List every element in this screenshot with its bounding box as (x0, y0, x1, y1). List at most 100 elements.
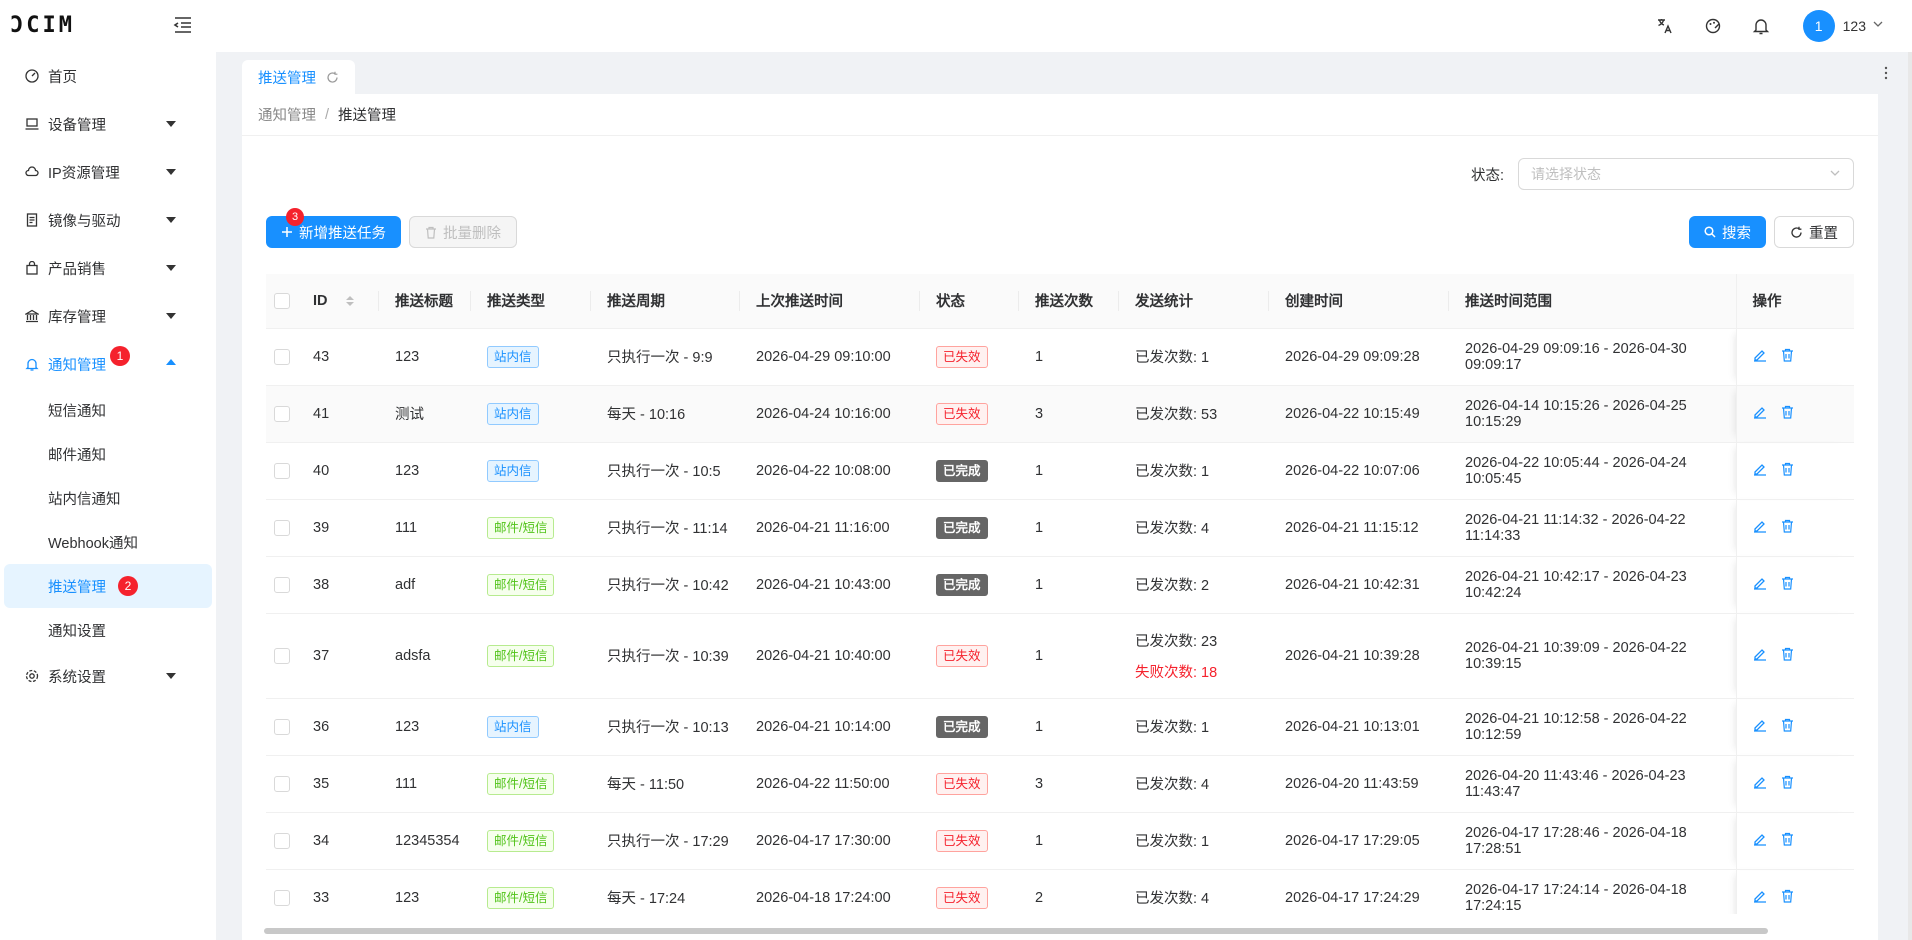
row-checkbox[interactable] (274, 462, 290, 479)
edit-icon[interactable] (1753, 405, 1767, 423)
horizontal-scrollbar[interactable] (264, 928, 1768, 934)
add-push-task-button[interactable]: 3 新增推送任务 (266, 208, 401, 248)
cell-last-push: 2026-04-17 17:30:00 (740, 812, 920, 870)
delete-icon[interactable] (1781, 519, 1794, 537)
app-logo[interactable]: ƆCIM (10, 13, 75, 38)
type-tag: 邮件/短信 (487, 644, 555, 667)
table-row[interactable]: 41 测试 站内信 每天 - 10:16 2026-04-24 10:16:00 已失效 3… (266, 385, 1854, 443)
tab-push-management[interactable]: 推送管理 (242, 60, 355, 94)
cell-cycle: 只执行一次 - 10:39 (591, 613, 740, 699)
edit-icon[interactable] (1753, 576, 1767, 594)
translate-icon[interactable] (1641, 0, 1689, 52)
table-row[interactable]: 36 123 站内信 只执行一次 - 10:13 2026-04-21 10:14:00… (266, 698, 1854, 756)
delete-icon[interactable] (1781, 405, 1794, 423)
table-row[interactable]: 38 adf 邮件/短信 只执行一次 - 10:42 2026-04-21 10:43:… (266, 556, 1854, 614)
cell-id: 40 (297, 442, 379, 500)
row-checkbox[interactable] (274, 889, 290, 906)
type-tag: 站内信 (487, 459, 539, 482)
sidebar-item-system-settings[interactable]: 系统设置 (0, 652, 216, 700)
sidebar-item-product-sales[interactable]: 产品销售 (0, 244, 216, 292)
row-checkbox[interactable] (274, 348, 290, 365)
edit-icon[interactable] (1753, 519, 1767, 537)
reload-icon (1790, 226, 1803, 239)
sidebar-item-ip-resources[interactable]: IP资源管理 (0, 148, 216, 196)
delete-icon[interactable] (1781, 889, 1794, 907)
bank-icon (24, 308, 40, 324)
column-header-id[interactable]: ID (297, 274, 379, 329)
type-tag: 邮件/短信 (487, 829, 555, 852)
more-vertical-icon[interactable] (1884, 66, 1888, 84)
status-badge: 已失效 (936, 345, 988, 368)
table-row[interactable]: 33 123 邮件/短信 每天 - 17:24 2026-04-18 17:24:00 已… (266, 869, 1854, 914)
select-all-checkbox[interactable] (274, 292, 290, 309)
notification-bell-icon[interactable] (1737, 0, 1785, 52)
sidebar-item-devices[interactable]: 设备管理 (0, 100, 216, 148)
sort-icon[interactable] (345, 295, 354, 306)
sent-count: 已发次数: 4 (1135, 777, 1210, 793)
cell-actions (1735, 698, 1854, 756)
cell-created: 2026-04-21 10:39:28 (1269, 613, 1449, 699)
edit-icon[interactable] (1753, 462, 1767, 480)
cell-cycle: 每天 - 11:50 (591, 755, 740, 813)
cell-type: 邮件/短信 (471, 812, 591, 870)
delete-icon[interactable] (1781, 348, 1794, 366)
delete-icon[interactable] (1781, 718, 1794, 736)
refresh-icon[interactable] (326, 71, 339, 84)
sidebar-item-notifications[interactable]: 通知管理 1 (0, 340, 216, 388)
sidebar-subitem-push-management[interactable]: 推送管理 2 (4, 564, 212, 608)
breadcrumb-parent[interactable]: 通知管理 (258, 104, 316, 125)
sidebar-subitem-notification-settings[interactable]: 通知设置 (0, 608, 216, 652)
row-select-cell (266, 698, 297, 756)
row-checkbox[interactable] (274, 832, 290, 849)
cell-type: 站内信 (471, 328, 591, 386)
cell-count: 1 (1019, 613, 1119, 699)
table-row[interactable]: 35 111 邮件/短信 每天 - 11:50 2026-04-22 11:50:00 已… (266, 755, 1854, 813)
edit-icon[interactable] (1753, 832, 1767, 850)
table-row[interactable]: 39 111 邮件/短信 只执行一次 - 11:14 2026-04-21 11:16:… (266, 499, 1854, 557)
table-row[interactable]: 34 12345354 邮件/短信 只执行一次 - 17:29 2026-04-17 1… (266, 812, 1854, 870)
delete-icon[interactable] (1781, 775, 1794, 793)
edit-icon[interactable] (1753, 718, 1767, 736)
column-header-actions: 操作 (1735, 274, 1854, 329)
reset-button[interactable]: 重置 (1774, 216, 1854, 248)
batch-delete-button[interactable]: 批量删除 (409, 216, 517, 248)
sidebar-subitem-webhook[interactable]: Webhook通知 (0, 520, 216, 564)
sidebar-subitem-email[interactable]: 邮件通知 (0, 432, 216, 476)
sidebar-subitem-sms[interactable]: 短信通知 (0, 388, 216, 432)
row-checkbox[interactable] (274, 718, 290, 735)
table-row[interactable]: 37 adsfa 邮件/短信 只执行一次 - 10:39 2026-04-21 10:4… (266, 613, 1854, 699)
row-checkbox[interactable] (274, 519, 290, 536)
delete-icon[interactable] (1781, 647, 1794, 665)
step-badge: 2 (118, 576, 138, 596)
cell-count: 1 (1019, 698, 1119, 756)
user-menu[interactable]: 1 123 (1802, 10, 1884, 42)
row-checkbox[interactable] (274, 576, 290, 593)
avatar[interactable]: 1 (1802, 10, 1835, 42)
username[interactable]: 123 (1843, 18, 1866, 34)
delete-icon[interactable] (1781, 832, 1794, 850)
cell-status: 已失效 (920, 385, 1019, 443)
menu-collapse-icon[interactable] (172, 14, 196, 38)
status-select[interactable]: 请选择状态 (1518, 158, 1854, 190)
sidebar-item-images-drivers[interactable]: 镜像与驱动 (0, 196, 216, 244)
row-select-cell (266, 499, 297, 557)
sidebar-subitem-inbox[interactable]: 站内信通知 (0, 476, 216, 520)
row-checkbox[interactable] (274, 647, 290, 664)
edit-icon[interactable] (1753, 348, 1767, 366)
search-button[interactable]: 搜索 (1689, 216, 1766, 248)
row-checkbox[interactable] (274, 405, 290, 422)
table-row[interactable]: 40 123 站内信 只执行一次 - 10:5 2026-04-22 10:08:00 已… (266, 442, 1854, 500)
cell-count: 3 (1019, 755, 1119, 813)
edit-icon[interactable] (1753, 647, 1767, 665)
delete-icon[interactable] (1781, 576, 1794, 594)
row-checkbox[interactable] (274, 775, 290, 792)
theme-palette-icon[interactable] (1689, 0, 1737, 52)
vertical-scrollbar[interactable] (1908, 52, 1912, 940)
table-row[interactable]: 43 123 站内信 只执行一次 - 9:9 2026-04-29 09:10:00 已失… (266, 328, 1854, 386)
chevron-down-icon[interactable] (1872, 18, 1884, 34)
sidebar-item-home[interactable]: 首页 (0, 52, 216, 100)
edit-icon[interactable] (1753, 889, 1767, 907)
edit-icon[interactable] (1753, 775, 1767, 793)
sidebar-item-inventory[interactable]: 库存管理 (0, 292, 216, 340)
delete-icon[interactable] (1781, 462, 1794, 480)
